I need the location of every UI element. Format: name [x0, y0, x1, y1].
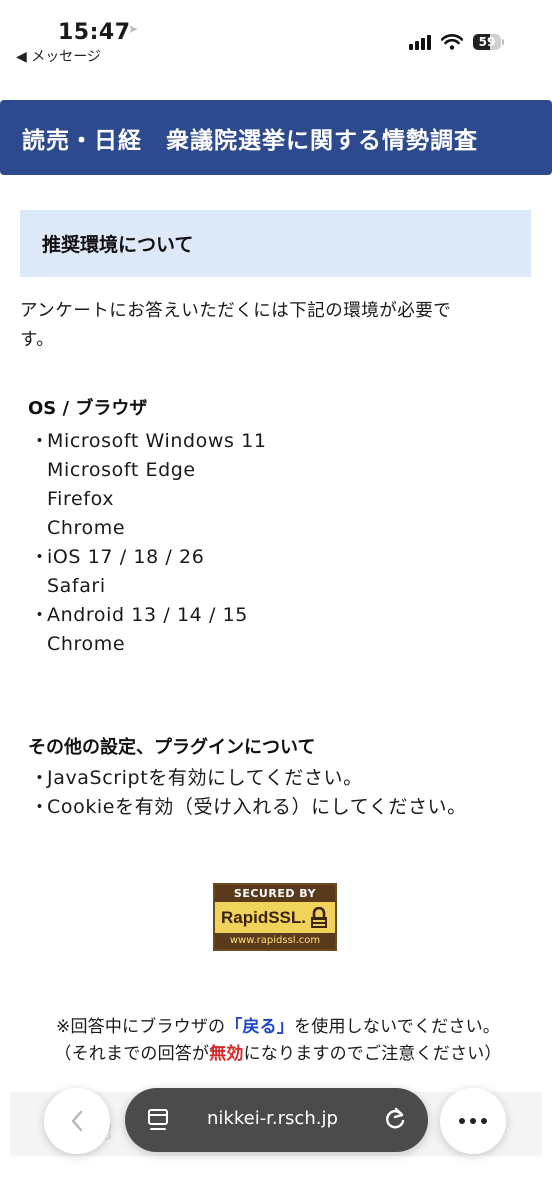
tabs-icon[interactable] — [147, 1108, 169, 1132]
intro-line-1: アンケートにお答えいただくには下記の環境が必要で — [20, 301, 452, 321]
list-item: Safari — [47, 575, 106, 597]
more-icon — [459, 1118, 487, 1124]
reload-icon[interactable] — [382, 1106, 408, 1132]
rapidssl-badge[interactable]: SECURED BY RapidSSL. www.rapidssl.com — [213, 883, 337, 951]
battery-level: 59 — [478, 35, 496, 49]
lock-icon — [311, 906, 327, 928]
wifi-icon — [441, 34, 463, 50]
page-title: 読売・日経 衆議院選挙に関する情勢調査 — [22, 127, 478, 154]
ssl-secured-by: SECURED BY — [215, 885, 335, 902]
more-button[interactable] — [440, 1088, 506, 1154]
back-arrow-icon — [71, 1110, 83, 1132]
ssl-brand: RapidSSL. — [220, 907, 306, 927]
plugin-heading: その他の設定、プラグインについて — [28, 737, 316, 758]
list-item: Firefox — [47, 488, 115, 510]
list-item: ・Microsoft Windows 11 — [30, 430, 267, 452]
section-title-box: 推奨環境について — [20, 210, 531, 277]
list-item: Chrome — [47, 517, 126, 539]
os-browser-list: ・Microsoft Windows 11 Microsoft Edge Fir… — [30, 427, 267, 659]
back-to-app-link[interactable]: ◀ メッセージ — [16, 46, 101, 66]
ssl-url: www.rapidssl.com — [215, 933, 335, 949]
list-item: Chrome — [47, 633, 126, 655]
list-item: ・Cookieを有効（受け入れる）にしてください。 — [30, 796, 467, 818]
list-item: ・JavaScriptを有効にしてください。 — [30, 767, 363, 789]
battery-icon: 59 — [473, 34, 504, 50]
page-header: 読売・日経 衆議院選挙に関する情勢調査 — [0, 100, 552, 175]
section-title: 推奨環境について — [42, 234, 194, 256]
browser-back-button[interactable] — [44, 1088, 110, 1154]
list-item: ・Android 13 / 14 / 15 — [30, 604, 248, 626]
intro-line-2: す。 — [20, 330, 55, 350]
plugin-list: ・JavaScriptを有効にしてください。 ・Cookieを有効（受け入れる）… — [30, 764, 467, 822]
signal-icon — [409, 34, 431, 50]
os-browser-heading: OS / ブラウザ — [28, 398, 148, 419]
list-item: Microsoft Edge — [47, 459, 196, 481]
notice-text: ※回答中にブラウザの「戻る」を使用しないでください。 （それまでの回答が無効にな… — [54, 1017, 502, 1064]
intro-text: アンケートにお答えいただくには下記の環境が必要で す。 — [20, 297, 535, 355]
status-bar: 15:47 ➤ ◀ メッセージ 59 — [0, 0, 552, 70]
list-item: ・iOS 17 / 18 / 26 — [30, 546, 205, 568]
location-icon: ➤ — [128, 22, 139, 36]
url-text[interactable]: nikkei-r.rsch.jp — [207, 1108, 338, 1129]
status-time: 15:47 — [58, 20, 131, 45]
address-bar[interactable]: nikkei-r.rsch.jp — [125, 1088, 428, 1152]
